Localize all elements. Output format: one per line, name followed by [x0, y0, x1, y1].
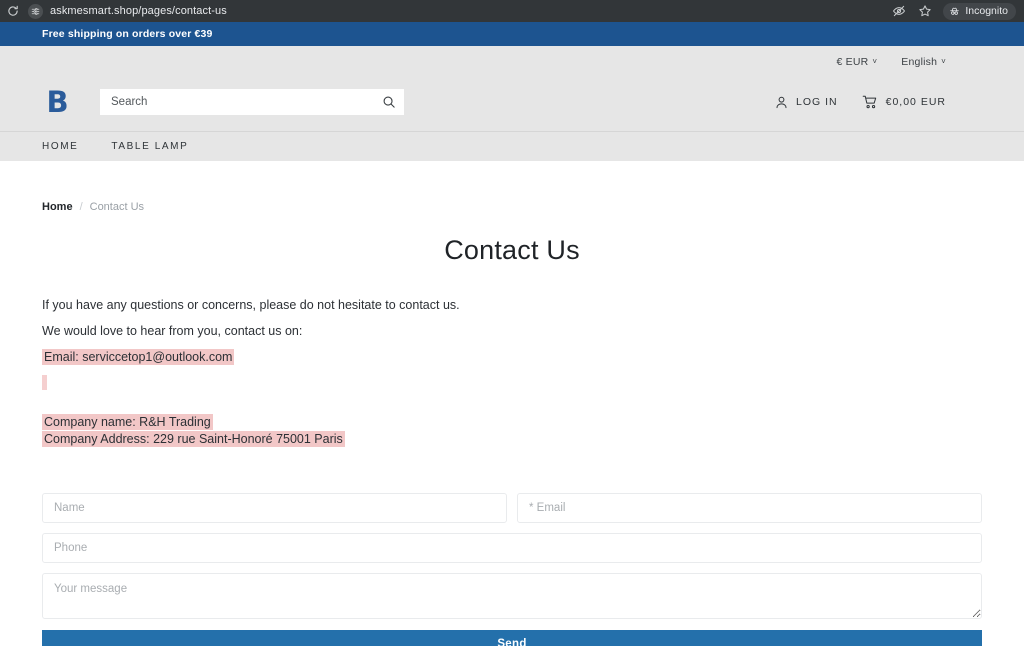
browser-actions: Incognito: [891, 3, 1018, 20]
logo-letter: B: [46, 88, 67, 117]
company-name-line: Company name: R&H Trading: [42, 414, 982, 431]
incognito-label: Incognito: [965, 5, 1008, 17]
cart-icon: [862, 94, 879, 110]
incognito-indicator[interactable]: Incognito: [943, 3, 1016, 20]
site-settings-icon[interactable]: [28, 4, 43, 19]
store-header: € EUR ˅ English ˅ B: [0, 46, 1024, 131]
page-content: Home / Contact Us Contact Us If you have…: [0, 161, 1024, 646]
browser-toolbar: askmesmart.shop/pages/contact-us Incogn: [0, 0, 1024, 22]
cart-total: €0,00 EUR: [886, 96, 946, 108]
announcement-text: Free shipping on orders over €39: [0, 28, 213, 40]
language-label: English: [901, 56, 937, 68]
eye-slash-icon[interactable]: [891, 3, 907, 19]
header-actions: LOG IN €0,00 EUR: [774, 94, 946, 110]
login-link[interactable]: LOG IN: [774, 95, 838, 110]
reload-icon[interactable]: [6, 4, 20, 18]
contact-form: Send: [42, 493, 982, 646]
intro-copy: If you have any questions or concerns, p…: [42, 292, 982, 396]
currency-label: € EUR: [836, 56, 868, 68]
user-icon: [774, 95, 789, 110]
company-info: Company name: R&H Trading Company Addres…: [42, 414, 982, 448]
utility-row: € EUR ˅ English ˅: [0, 51, 1024, 73]
company-address-line: Company Address: 229 rue Saint-Honoré 75…: [42, 431, 982, 448]
search-input[interactable]: [100, 89, 404, 115]
main-navigation: HOME TABLE LAMP: [0, 131, 1024, 161]
breadcrumb-home[interactable]: Home: [42, 201, 73, 213]
nav-item-home[interactable]: HOME: [42, 141, 78, 152]
chevron-down-icon: ˅: [941, 58, 946, 66]
language-selector[interactable]: English ˅: [901, 56, 946, 68]
highlight-blank-line: [42, 370, 982, 396]
announcement-bar: Free shipping on orders over €39: [0, 22, 1024, 46]
breadcrumb: Home / Contact Us: [42, 161, 982, 213]
email-input[interactable]: [517, 493, 982, 523]
highlight-blank-marker: [42, 375, 47, 390]
company-address-text: Company Address: 229 rue Saint-Honoré 75…: [42, 431, 345, 447]
search-container: [100, 89, 404, 115]
nav-item-table-lamp[interactable]: TABLE LAMP: [111, 141, 188, 152]
star-icon[interactable]: [917, 3, 933, 19]
chevron-down-icon: ˅: [872, 58, 877, 66]
site-logo[interactable]: B: [42, 87, 72, 117]
intro-paragraph-2: We would love to hear from you, contact …: [42, 318, 982, 344]
login-label: LOG IN: [796, 96, 838, 108]
name-input[interactable]: [42, 493, 507, 523]
company-name-text: Company name: R&H Trading: [42, 414, 213, 430]
address-bar[interactable]: askmesmart.shop/pages/contact-us: [28, 2, 883, 20]
form-row-name-email: [42, 493, 982, 523]
currency-selector[interactable]: € EUR ˅: [836, 56, 877, 68]
breadcrumb-current: Contact Us: [90, 201, 144, 213]
phone-input[interactable]: [42, 533, 982, 563]
send-button[interactable]: Send: [42, 630, 982, 646]
search-icon[interactable]: [380, 93, 398, 111]
page-title: Contact Us: [42, 235, 982, 266]
message-textarea[interactable]: [42, 573, 982, 619]
form-row-phone: [42, 533, 982, 563]
cart-link[interactable]: €0,00 EUR: [862, 94, 946, 110]
url-text: askmesmart.shop/pages/contact-us: [50, 5, 227, 17]
email-text: Email: serviccetop1@outlook.com: [42, 349, 234, 365]
header-main-row: B LOG IN: [0, 73, 1024, 131]
intro-paragraph-1: If you have any questions or concerns, p…: [42, 292, 982, 318]
breadcrumb-separator: /: [80, 201, 83, 213]
email-paragraph: Email: serviccetop1@outlook.com: [42, 344, 982, 370]
